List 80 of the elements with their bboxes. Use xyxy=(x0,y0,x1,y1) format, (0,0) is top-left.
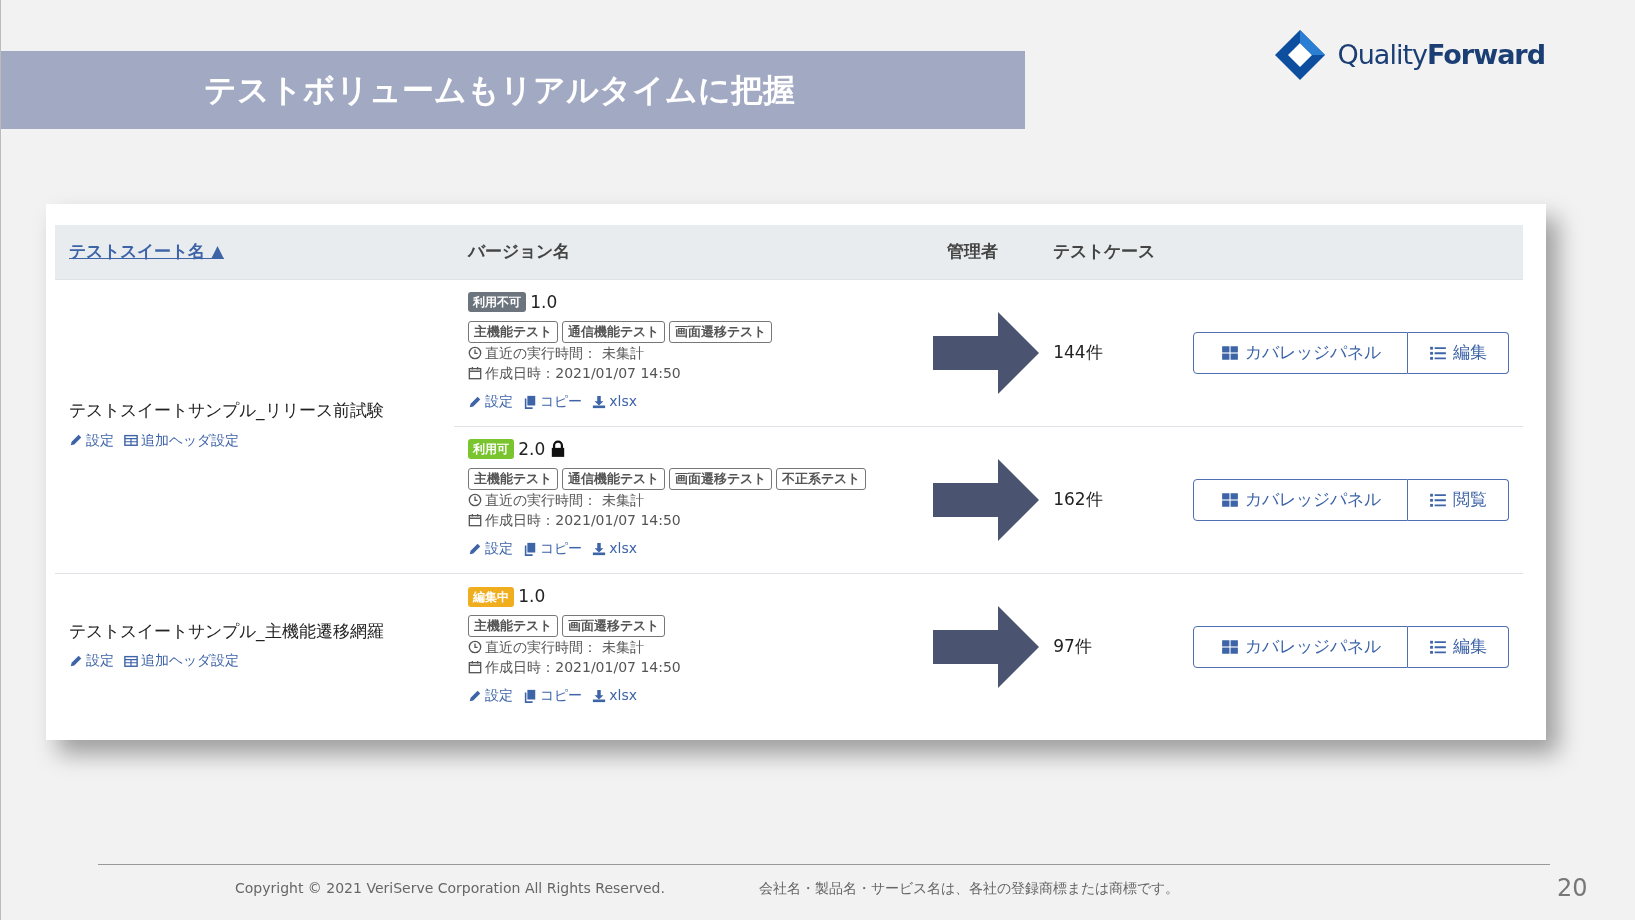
pencil-icon xyxy=(468,541,483,556)
clock-icon xyxy=(468,493,483,507)
created-date-text: 作成日時：2021/01/07 14:50 xyxy=(485,364,681,383)
list-button[interactable]: 編集 xyxy=(1408,331,1509,374)
column-header: バージョン名 xyxy=(468,241,571,261)
test-case-count: 144件 xyxy=(1053,341,1103,362)
diamond-logo-icon xyxy=(1275,30,1326,80)
settings-link[interactable]: 設定 xyxy=(468,685,514,707)
calendar-icon xyxy=(468,366,483,380)
list-button[interactable]: 閲覧 xyxy=(1408,478,1509,521)
last-run-text: 直近の実行時間： 未集計 xyxy=(485,491,644,510)
tag: 通信機能テスト xyxy=(562,468,666,490)
settings-link[interactable]: 追加ヘッダ設定 xyxy=(124,650,239,672)
version-number: 1.0 xyxy=(530,290,558,314)
trademark-notice: 会社名・製品名・サービス名は、各社の登録商標または商標です。 xyxy=(759,879,1179,898)
clock-icon xyxy=(468,640,483,655)
copyright-text: Copyright © 2021 VeriServe Corporation All Rights Reserved. xyxy=(235,879,665,898)
column-header: テストケース xyxy=(1053,241,1156,261)
right-arrow-icon xyxy=(933,458,1040,541)
download-link[interactable]: xlsx xyxy=(592,538,638,559)
tag: 画面遷移テスト xyxy=(562,615,666,637)
right-arrow-icon xyxy=(933,311,1040,394)
grid-icon xyxy=(1220,343,1239,362)
page-number: 20 xyxy=(1557,873,1588,904)
pencil-icon xyxy=(69,433,83,447)
download-icon xyxy=(592,688,607,703)
download-link[interactable]: xlsx xyxy=(592,685,638,707)
status-badge: 利用可 xyxy=(468,439,515,460)
created-date-text: 作成日時：2021/01/07 14:50 xyxy=(485,511,681,530)
test-case-count: 97件 xyxy=(1053,636,1092,656)
copy-link[interactable]: コピー xyxy=(523,538,583,559)
calendar-icon xyxy=(468,660,483,675)
table-icon xyxy=(124,433,138,447)
created-date-text: 作成日時：2021/01/07 14:50 xyxy=(485,658,681,678)
pencil-icon xyxy=(69,653,83,668)
copy-icon xyxy=(523,394,538,409)
coverage-panel-button[interactable]: カバレッジパネル xyxy=(1193,625,1408,668)
tag: 主機能テスト xyxy=(468,321,559,343)
column-header-link[interactable]: テストスイート名 ▲ xyxy=(69,241,224,261)
coverage-panel-button[interactable]: カバレッジパネル xyxy=(1193,478,1408,521)
last-run-text: 直近の実行時間： 未集計 xyxy=(485,344,644,363)
version-number: 2.0 xyxy=(518,437,546,461)
tag: 主機能テスト xyxy=(468,468,559,490)
tag: 画面遷移テスト xyxy=(669,468,773,490)
status-badge: 利用不可 xyxy=(468,292,527,313)
status-badge: 編集中 xyxy=(468,586,515,607)
settings-link[interactable]: 設定 xyxy=(468,538,514,559)
slide-title: テストボリュームもリアルタイムに把握 xyxy=(204,70,795,111)
suite-name: テストスイートサンプル_リリース前試験 xyxy=(69,399,385,423)
version-number: 1.0 xyxy=(518,584,546,608)
column-header: 管理者 xyxy=(947,241,999,261)
list-button[interactable]: 編集 xyxy=(1408,625,1509,668)
suite-name: テストスイートサンプル_主機能遷移網羅 xyxy=(69,619,385,644)
settings-link[interactable]: 設定 xyxy=(69,429,114,451)
copy-icon xyxy=(523,541,538,556)
copy-link[interactable]: コピー xyxy=(523,391,583,412)
grid-icon xyxy=(1220,490,1239,509)
copy-link[interactable]: コピー xyxy=(523,685,583,707)
last-run-text: 直近の実行時間： 未集計 xyxy=(485,638,644,658)
pencil-icon xyxy=(468,688,483,703)
right-arrow-icon xyxy=(933,605,1040,688)
table-icon xyxy=(124,653,138,668)
logo-text: QualityForward xyxy=(1337,37,1545,72)
tag: 不正系テスト xyxy=(776,468,867,490)
tag: 主機能テスト xyxy=(468,615,559,637)
settings-link[interactable]: 設定 xyxy=(69,650,114,672)
download-icon xyxy=(592,394,607,409)
download-link[interactable]: xlsx xyxy=(592,391,638,412)
copy-icon xyxy=(523,688,538,703)
coverage-panel-button[interactable]: カバレッジパネル xyxy=(1193,331,1408,374)
grid-icon xyxy=(1220,637,1239,656)
settings-link[interactable]: 追加ヘッダ設定 xyxy=(124,429,239,451)
pencil-icon xyxy=(468,394,483,409)
tag: 画面遷移テスト xyxy=(669,321,773,343)
clock-icon xyxy=(468,346,483,360)
calendar-icon xyxy=(468,513,483,527)
test-case-count: 162件 xyxy=(1053,488,1103,509)
tag: 通信機能テスト xyxy=(562,321,666,343)
settings-link[interactable]: 設定 xyxy=(468,391,514,412)
download-icon xyxy=(592,541,607,556)
